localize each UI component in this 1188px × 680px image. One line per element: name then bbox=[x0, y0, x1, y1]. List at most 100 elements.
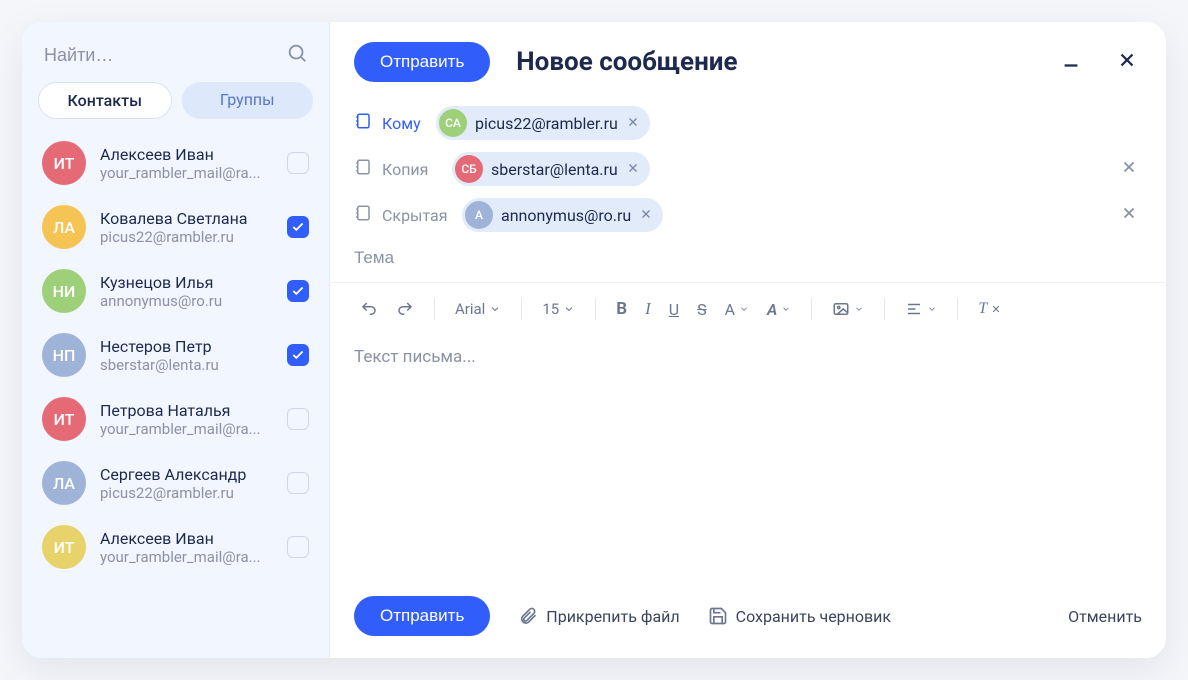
search-input[interactable] bbox=[44, 45, 276, 66]
contact-text: Алексеев Иван your_rambler_mail@ra... bbox=[100, 145, 273, 182]
minimize-icon[interactable] bbox=[1056, 45, 1086, 79]
compose-window: Контакты Группы ИТ Алексеев Иван your_ra… bbox=[22, 22, 1166, 658]
contact-name: Алексеев Иван bbox=[100, 145, 273, 164]
close-icon[interactable] bbox=[1112, 45, 1142, 79]
format-toolbar: Arial 15 B I U S A A bbox=[330, 283, 1166, 335]
bcc-chip-remove-icon[interactable] bbox=[639, 206, 653, 225]
compose-panel: Отправить Новое сообщение Кому СА picus2… bbox=[330, 22, 1166, 658]
text-color-icon[interactable]: A bbox=[719, 296, 755, 323]
align-icon[interactable] bbox=[899, 296, 943, 322]
compose-title: Новое сообщение bbox=[516, 47, 1030, 77]
attach-file-button[interactable]: Прикрепить файл bbox=[518, 606, 679, 626]
font-family-select[interactable]: Arial bbox=[449, 296, 507, 322]
contact-checkbox[interactable] bbox=[287, 280, 309, 302]
underline-icon[interactable]: U bbox=[663, 296, 685, 323]
contact-name: Нестеров Петр bbox=[100, 337, 273, 356]
contact-list: ИТ Алексеев Иван your_rambler_mail@ra...… bbox=[22, 131, 329, 658]
bcc-row: Скрытая А annonymus@ro.ru bbox=[330, 192, 1166, 238]
to-row: Кому СА picus22@rambler.ru bbox=[330, 100, 1166, 146]
to-chip[interactable]: СА picus22@rambler.ru bbox=[436, 106, 650, 140]
address-book-icon[interactable] bbox=[354, 112, 372, 134]
to-chip-avatar: СА bbox=[439, 109, 467, 137]
address-book-icon[interactable] bbox=[354, 204, 372, 226]
contact-email: your_rambler_mail@ra... bbox=[100, 164, 273, 182]
bcc-chip-avatar: А bbox=[465, 201, 493, 229]
contact-email: annonymus@ro.ru bbox=[100, 292, 273, 310]
address-book-icon[interactable] bbox=[354, 158, 372, 180]
contact-avatar: НИ bbox=[42, 269, 86, 313]
contacts-sidebar: Контакты Группы ИТ Алексеев Иван your_ra… bbox=[22, 22, 330, 658]
tab-contacts[interactable]: Контакты bbox=[38, 82, 172, 119]
insert-image-icon[interactable] bbox=[826, 296, 870, 322]
contact-row[interactable]: ЛА Ковалева Светлана picus22@rambler.ru bbox=[22, 195, 329, 259]
clear-format-icon[interactable]: T✕ bbox=[972, 296, 1006, 322]
to-label: Кому bbox=[382, 114, 426, 133]
search-icon[interactable] bbox=[286, 42, 308, 68]
contact-row[interactable]: ИТ Алексеев Иван your_rambler_mail@ra... bbox=[22, 131, 329, 195]
compose-header: Отправить Новое сообщение bbox=[330, 22, 1166, 100]
contact-row[interactable]: НИ Кузнецов Илья annonymus@ro.ru bbox=[22, 259, 329, 323]
contact-avatar: ЛА bbox=[42, 461, 86, 505]
contact-row[interactable]: НП Нестеров Петр sberstar@lenta.ru bbox=[22, 323, 329, 387]
contact-text: Нестеров Петр sberstar@lenta.ru bbox=[100, 337, 273, 374]
contact-name: Петрова Наталья bbox=[100, 401, 273, 420]
italic-icon[interactable]: I bbox=[639, 295, 657, 323]
contact-row[interactable]: ИТ Петрова Наталья your_rambler_mail@ra.… bbox=[22, 387, 329, 451]
contact-avatar: ИТ bbox=[42, 397, 86, 441]
strikethrough-icon[interactable]: S bbox=[691, 296, 713, 323]
contact-avatar: НП bbox=[42, 333, 86, 377]
contact-email: picus22@rambler.ru bbox=[100, 484, 273, 502]
contact-email: sberstar@lenta.ru bbox=[100, 356, 273, 374]
contact-checkbox[interactable] bbox=[287, 152, 309, 174]
bcc-chip-email: annonymus@ro.ru bbox=[501, 206, 631, 225]
font-size-select[interactable]: 15 bbox=[536, 296, 581, 322]
to-chip-email: picus22@rambler.ru bbox=[475, 114, 618, 133]
contact-name: Сергеев Александр bbox=[100, 465, 273, 484]
contact-text: Сергеев Александр picus22@rambler.ru bbox=[100, 465, 273, 502]
contact-text: Петрова Наталья your_rambler_mail@ra... bbox=[100, 401, 273, 438]
tab-groups[interactable]: Группы bbox=[182, 82, 314, 119]
send-button-bottom[interactable]: Отправить bbox=[354, 596, 490, 636]
contact-email: your_rambler_mail@ra... bbox=[100, 420, 273, 438]
contact-row[interactable]: ЛА Сергеев Александр picus22@rambler.ru bbox=[22, 451, 329, 515]
undo-icon[interactable] bbox=[354, 296, 384, 322]
cc-chip-email: sberstar@lenta.ru bbox=[491, 160, 618, 179]
contact-checkbox[interactable] bbox=[287, 472, 309, 494]
subject-input[interactable] bbox=[354, 248, 1142, 268]
bold-icon[interactable]: B bbox=[610, 295, 633, 323]
cc-label: Копия bbox=[382, 160, 442, 179]
contact-avatar: ИТ bbox=[42, 141, 86, 185]
bcc-label: Скрытая bbox=[382, 206, 452, 225]
cc-chip-remove-icon[interactable] bbox=[626, 160, 640, 179]
search-row bbox=[22, 22, 329, 82]
compose-footer: Отправить Прикрепить файл Сохранить черн… bbox=[330, 578, 1166, 658]
cc-row: Копия СБ sberstar@lenta.ru bbox=[330, 146, 1166, 192]
to-chip-remove-icon[interactable] bbox=[626, 114, 640, 133]
contact-email: picus22@rambler.ru bbox=[100, 228, 273, 246]
highlight-color-icon[interactable]: A bbox=[761, 296, 797, 323]
contact-checkbox[interactable] bbox=[287, 536, 309, 558]
send-button-top[interactable]: Отправить bbox=[354, 42, 490, 82]
contact-text: Алексеев Иван your_rambler_mail@ra... bbox=[100, 529, 273, 566]
cc-chip-avatar: СБ bbox=[455, 155, 483, 183]
message-body[interactable]: Текст письма... bbox=[330, 335, 1166, 578]
bcc-chip[interactable]: А annonymus@ro.ru bbox=[462, 198, 663, 232]
contact-avatar: ИТ bbox=[42, 525, 86, 569]
cc-row-remove-icon[interactable] bbox=[1120, 158, 1142, 180]
cc-chip[interactable]: СБ sberstar@lenta.ru bbox=[452, 152, 650, 186]
contact-checkbox[interactable] bbox=[287, 216, 309, 238]
contact-name: Кузнецов Илья bbox=[100, 273, 273, 292]
contact-email: your_rambler_mail@ra... bbox=[100, 548, 273, 566]
cancel-button[interactable]: Отменить bbox=[1068, 607, 1142, 626]
contact-row[interactable]: ИТ Алексеев Иван your_rambler_mail@ra... bbox=[22, 515, 329, 579]
contact-name: Алексеев Иван bbox=[100, 529, 273, 548]
contact-checkbox[interactable] bbox=[287, 344, 309, 366]
contact-text: Кузнецов Илья annonymus@ro.ru bbox=[100, 273, 273, 310]
contact-avatar: ЛА bbox=[42, 205, 86, 249]
save-draft-button[interactable]: Сохранить черновик bbox=[708, 606, 891, 626]
contact-checkbox[interactable] bbox=[287, 408, 309, 430]
contact-name: Ковалева Светлана bbox=[100, 209, 273, 228]
bcc-row-remove-icon[interactable] bbox=[1120, 204, 1142, 226]
redo-icon[interactable] bbox=[390, 296, 420, 322]
contact-text: Ковалева Светлана picus22@rambler.ru bbox=[100, 209, 273, 246]
